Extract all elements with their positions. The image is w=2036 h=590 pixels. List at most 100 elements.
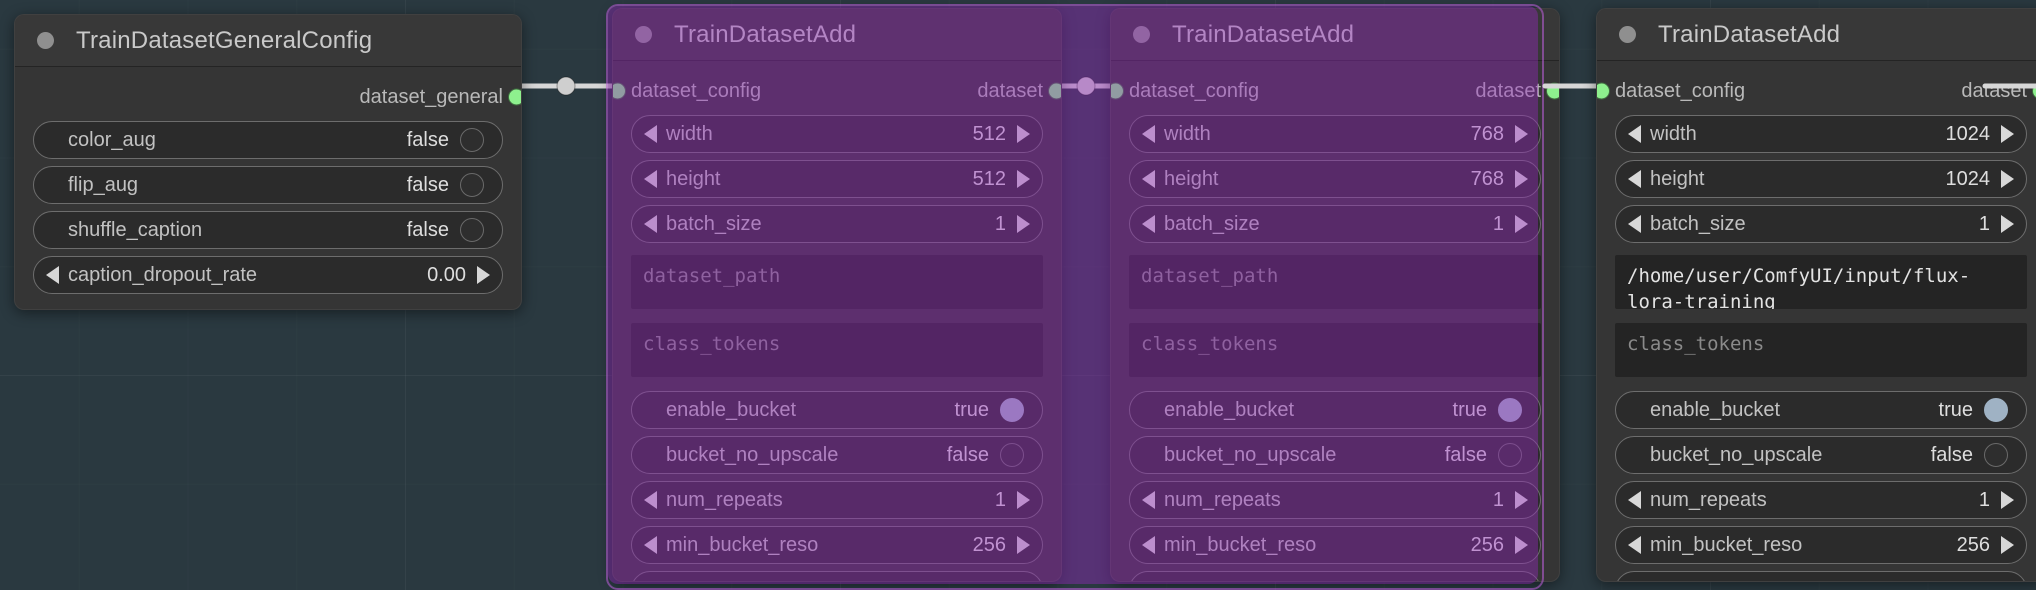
increment-arrow-icon[interactable] <box>1017 536 1030 554</box>
widget-num-repeats[interactable]: num_repeats 1 <box>1129 481 1541 519</box>
increment-arrow-icon[interactable] <box>2001 215 2014 233</box>
circle-collapse-icon[interactable] <box>37 32 54 49</box>
output-port-dot[interactable] <box>2032 82 2036 100</box>
widget-caption-dropout-rate[interactable]: caption_dropout_rate 0.00 <box>33 256 503 294</box>
widget-width[interactable]: width 512 <box>631 115 1043 153</box>
widget-min-bucket-reso[interactable]: min_bucket_reso 256 <box>1615 526 2027 564</box>
node-header[interactable]: TrainDatasetAdd <box>1597 9 2036 61</box>
output-port-dot[interactable] <box>1546 82 1559 100</box>
toggle-indicator[interactable] <box>1000 398 1024 422</box>
node-graph-canvas[interactable]: TrainDatasetGeneralConfig dataset_genera… <box>0 0 2036 590</box>
widget-bucket-no-upscale[interactable]: bucket_no_upscale false <box>1615 436 2027 474</box>
widget-bucket-no-upscale[interactable]: bucket_no_upscale false <box>1129 436 1541 474</box>
increment-arrow-icon[interactable] <box>1017 581 1030 582</box>
decrement-arrow-icon[interactable] <box>644 215 657 233</box>
decrement-arrow-icon[interactable] <box>644 170 657 188</box>
widget-enable-bucket[interactable]: enable_bucket true <box>631 391 1043 429</box>
widget-height[interactable]: height 512 <box>631 160 1043 198</box>
decrement-arrow-icon[interactable] <box>1142 125 1155 143</box>
textarea-dataset-path[interactable]: dataset_path <box>631 255 1043 309</box>
increment-arrow-icon[interactable] <box>1017 170 1030 188</box>
decrement-arrow-icon[interactable] <box>1628 581 1641 582</box>
toggle-indicator[interactable] <box>1984 443 2008 467</box>
node-train-dataset-add-1[interactable]: TrainDatasetAdd dataset_config dataset w… <box>612 8 1062 582</box>
increment-arrow-icon[interactable] <box>1515 536 1528 554</box>
decrement-arrow-icon[interactable] <box>46 266 59 284</box>
circle-collapse-icon[interactable] <box>1619 26 1636 43</box>
increment-arrow-icon[interactable] <box>2001 125 2014 143</box>
output-port-dot[interactable] <box>1048 82 1061 100</box>
widget-enable-bucket[interactable]: enable_bucket true <box>1129 391 1541 429</box>
increment-arrow-icon[interactable] <box>1515 581 1528 582</box>
toggle-indicator[interactable] <box>460 173 484 197</box>
widget-shuffle-caption[interactable]: shuffle_caption false <box>33 211 503 249</box>
textarea-dataset-path[interactable]: dataset_path <box>1129 255 1541 309</box>
increment-arrow-icon[interactable] <box>1515 491 1528 509</box>
decrement-arrow-icon[interactable] <box>1628 125 1641 143</box>
decrement-arrow-icon[interactable] <box>1142 491 1155 509</box>
increment-arrow-icon[interactable] <box>1515 170 1528 188</box>
toggle-indicator[interactable] <box>1000 443 1024 467</box>
widget-max-bucket-reso[interactable]: max_bucket_reso 1024 <box>1129 571 1541 582</box>
input-port-dot[interactable] <box>1111 82 1124 100</box>
increment-arrow-icon[interactable] <box>1515 125 1528 143</box>
increment-arrow-icon[interactable] <box>2001 581 2014 582</box>
widget-flip-aug[interactable]: flip_aug false <box>33 166 503 204</box>
widget-min-bucket-reso[interactable]: min_bucket_reso 256 <box>631 526 1043 564</box>
increment-arrow-icon[interactable] <box>2001 491 2014 509</box>
decrement-arrow-icon[interactable] <box>644 536 657 554</box>
widget-max-bucket-reso[interactable]: max_bucket_reso 1024 <box>631 571 1043 582</box>
textarea-class-tokens[interactable]: class_tokens <box>1615 323 2027 377</box>
node-header[interactable]: TrainDatasetAdd <box>1111 9 1559 61</box>
node-train-dataset-add-2[interactable]: TrainDatasetAdd dataset_config dataset w… <box>1110 8 1560 582</box>
toggle-indicator[interactable] <box>1984 398 2008 422</box>
decrement-arrow-icon[interactable] <box>644 125 657 143</box>
increment-arrow-icon[interactable] <box>1017 491 1030 509</box>
node-train-dataset-general-config[interactable]: TrainDatasetGeneralConfig dataset_genera… <box>14 14 522 310</box>
widget-color-aug[interactable]: color_aug false <box>33 121 503 159</box>
decrement-arrow-icon[interactable] <box>644 491 657 509</box>
toggle-indicator[interactable] <box>460 128 484 152</box>
increment-arrow-icon[interactable] <box>1017 125 1030 143</box>
increment-arrow-icon[interactable] <box>477 266 490 284</box>
toggle-indicator[interactable] <box>460 218 484 242</box>
widget-width[interactable]: width 768 <box>1129 115 1541 153</box>
decrement-arrow-icon[interactable] <box>1628 170 1641 188</box>
widget-max-bucket-reso[interactable]: max_bucket_reso 1024 <box>1615 571 2027 582</box>
decrement-arrow-icon[interactable] <box>1142 170 1155 188</box>
circle-collapse-icon[interactable] <box>1133 26 1150 43</box>
decrement-arrow-icon[interactable] <box>1628 536 1641 554</box>
decrement-arrow-icon[interactable] <box>1142 215 1155 233</box>
increment-arrow-icon[interactable] <box>2001 536 2014 554</box>
widget-num-repeats[interactable]: num_repeats 1 <box>1615 481 2027 519</box>
decrement-arrow-icon[interactable] <box>644 581 657 582</box>
increment-arrow-icon[interactable] <box>1017 215 1030 233</box>
increment-arrow-icon[interactable] <box>1515 215 1528 233</box>
node-train-dataset-add-3[interactable]: TrainDatasetAdd dataset_config dataset w… <box>1596 8 2036 582</box>
widget-width[interactable]: width 1024 <box>1615 115 2027 153</box>
widget-batch-size[interactable]: batch_size 1 <box>631 205 1043 243</box>
widget-bucket-no-upscale[interactable]: bucket_no_upscale false <box>631 436 1043 474</box>
widget-height[interactable]: height 768 <box>1129 160 1541 198</box>
widget-min-bucket-reso[interactable]: min_bucket_reso 256 <box>1129 526 1541 564</box>
textarea-dataset-path[interactable]: /home/user/ComfyUI/input/flux-lora-train… <box>1615 255 2027 309</box>
input-port-dot[interactable] <box>613 82 626 100</box>
widget-height[interactable]: height 1024 <box>1615 160 2027 198</box>
decrement-arrow-icon[interactable] <box>1628 491 1641 509</box>
decrement-arrow-icon[interactable] <box>1142 581 1155 582</box>
circle-collapse-icon[interactable] <box>635 26 652 43</box>
textarea-class-tokens[interactable]: class_tokens <box>1129 323 1541 377</box>
input-port-dot[interactable] <box>1597 82 1610 100</box>
widget-enable-bucket[interactable]: enable_bucket true <box>1615 391 2027 429</box>
textarea-class-tokens[interactable]: class_tokens <box>631 323 1043 377</box>
increment-arrow-icon[interactable] <box>2001 170 2014 188</box>
widget-batch-size[interactable]: batch_size 1 <box>1129 205 1541 243</box>
output-port-dot[interactable] <box>508 88 521 106</box>
decrement-arrow-icon[interactable] <box>1142 536 1155 554</box>
widget-batch-size[interactable]: batch_size 1 <box>1615 205 2027 243</box>
decrement-arrow-icon[interactable] <box>1628 215 1641 233</box>
node-header[interactable]: TrainDatasetGeneralConfig <box>15 15 521 67</box>
toggle-indicator[interactable] <box>1498 398 1522 422</box>
node-header[interactable]: TrainDatasetAdd <box>613 9 1061 61</box>
widget-num-repeats[interactable]: num_repeats 1 <box>631 481 1043 519</box>
